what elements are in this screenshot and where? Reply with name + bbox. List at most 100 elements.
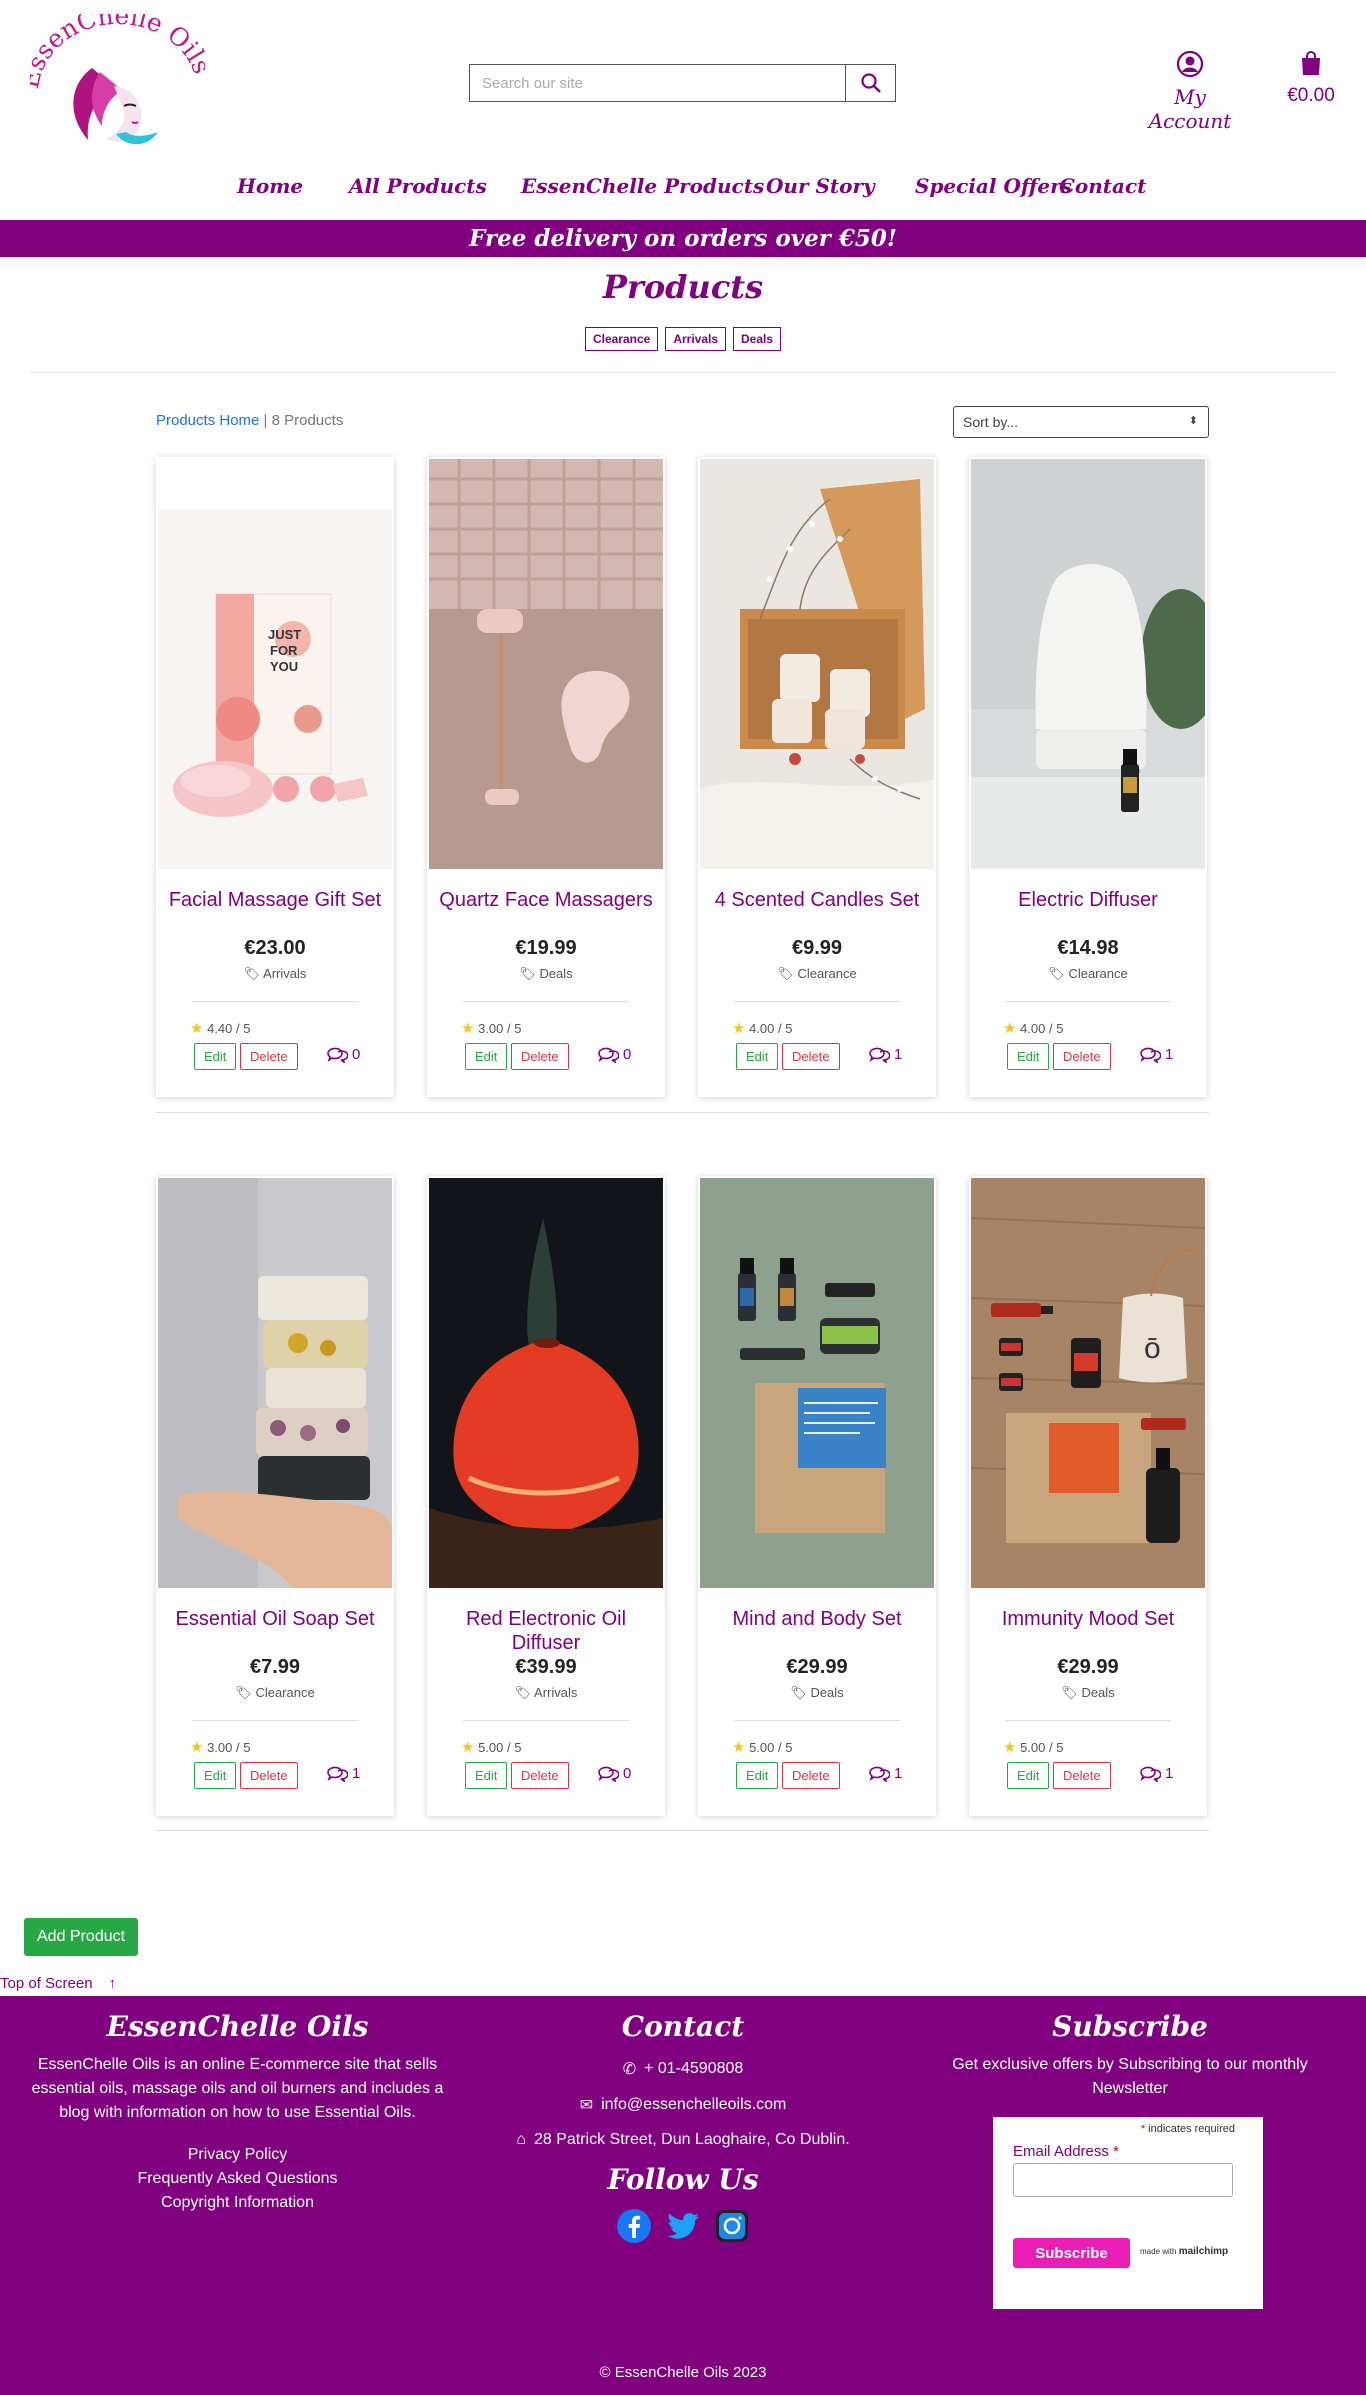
product-image[interactable] [429, 459, 663, 869]
nav-special-offers[interactable]: Special Offers [915, 174, 1072, 198]
reviews-link[interactable]: 1 [868, 1764, 902, 1782]
reviews-link[interactable]: 0 [597, 1764, 631, 1782]
delete-button[interactable]: Delete [782, 1043, 840, 1070]
product-name[interactable]: Essential Oil Soap Set [166, 1607, 384, 1631]
reviews-link[interactable]: 0 [597, 1045, 631, 1063]
product-image[interactable]: ō [971, 1178, 1205, 1588]
mailchimp-badge[interactable]: made with mailchimp [1140, 2246, 1228, 2257]
search-button[interactable] [845, 65, 895, 101]
delete-button[interactable]: Delete [240, 1762, 298, 1789]
nav-home[interactable]: Home [237, 174, 303, 198]
mailchimp-logo: mailchimp [1178, 2246, 1229, 2257]
search-input[interactable] [470, 65, 845, 101]
product-category[interactable]: 🏷 Deals [427, 966, 665, 982]
tag-icon: 🏷 [790, 1685, 807, 1700]
site-logo[interactable]: EssenChelle Oils [15, 1, 217, 154]
product-name[interactable]: Facial Massage Gift Set [166, 888, 384, 912]
privacy-policy-link[interactable]: Privacy Policy [30, 2143, 445, 2167]
nav-all-products[interactable]: All Products [349, 174, 487, 198]
follow-us-title: Follow Us [607, 2163, 759, 2196]
reviews-link[interactable]: 1 [1139, 1764, 1173, 1782]
subscribe-button[interactable]: Subscribe [1013, 2238, 1130, 2268]
nav-our-story[interactable]: Our Story [766, 174, 875, 198]
delete-button[interactable]: Delete [240, 1043, 298, 1070]
footer-contact: Contact ✆ + 01-4590808 ✉ info@essenchelleo… [483, 1996, 883, 2244]
my-account-link[interactable]: My Account [1132, 50, 1248, 133]
product-rating: ★ 5.00 / 5 [461, 1738, 521, 1756]
email-field[interactable] [1013, 2163, 1233, 2197]
product-card: 4 Scented Candles Set €9.99 🏷 Clearance … [698, 457, 936, 1097]
product-category[interactable]: 🏷 Clearance [156, 1685, 394, 1701]
divider [1005, 1001, 1171, 1002]
edit-button[interactable]: Edit [194, 1043, 237, 1070]
product-count: | 8 Products [263, 412, 344, 429]
rating-value: 4.00 / 5 [749, 1021, 793, 1036]
instagram-icon[interactable] [714, 2208, 750, 2244]
top-of-screen-link[interactable]: Top of Screen ↑ [0, 1975, 116, 1992]
reviews-link[interactable]: 0 [326, 1045, 360, 1063]
tag-clearance[interactable]: Clearance [584, 327, 659, 351]
product-card: Mind and Body Set €29.99 🏷 Deals ★ 5.00 … [698, 1176, 936, 1816]
product-image[interactable] [158, 1178, 392, 1588]
product-rating: ★ 5.00 / 5 [732, 1738, 792, 1756]
delete-button[interactable]: Delete [782, 1762, 840, 1789]
divider [192, 1001, 358, 1002]
shopping-bag-link[interactable]: €0.00 [1278, 50, 1344, 107]
faq-link[interactable]: Frequently Asked Questions [30, 2167, 445, 2191]
nav-contact[interactable]: Contact [1059, 174, 1146, 198]
product-image[interactable] [971, 459, 1205, 869]
sort-select[interactable]: Sort by... ⬍ [953, 406, 1209, 438]
chat-bubbles-icon [869, 1766, 890, 1782]
delete-button[interactable]: Delete [511, 1762, 569, 1789]
products-home-link[interactable]: Products Home [156, 412, 259, 429]
chat-bubbles-icon [327, 1047, 348, 1063]
product-image[interactable]: JUST FOR YOU [158, 459, 392, 869]
product-category[interactable]: 🏷 Arrivals [156, 966, 394, 982]
reviews-link[interactable]: 1 [326, 1764, 360, 1782]
delete-button[interactable]: Delete [511, 1043, 569, 1070]
product-name[interactable]: Electric Diffuser [979, 888, 1197, 912]
product-price: €23.00 [244, 937, 306, 959]
edit-button[interactable]: Edit [1007, 1043, 1050, 1070]
soap-image [158, 1178, 392, 1588]
contact-email[interactable]: ✉ info@essenchelleoils.com [483, 2095, 883, 2115]
tag-deals[interactable]: Deals [733, 327, 782, 351]
product-category[interactable]: 🏷 Deals [969, 1685, 1207, 1701]
rating-value: 3.00 / 5 [207, 1740, 251, 1755]
edit-button[interactable]: Edit [1007, 1762, 1050, 1789]
product-name[interactable]: 4 Scented Candles Set [708, 888, 926, 912]
edit-button[interactable]: Edit [736, 1762, 779, 1789]
edit-button[interactable]: Edit [465, 1043, 508, 1070]
product-image[interactable] [700, 459, 934, 869]
twitter-icon[interactable] [664, 2208, 702, 2244]
product-name[interactable]: Quartz Face Massagers [437, 888, 655, 912]
contact-phone[interactable]: ✆ + 01-4590808 [483, 2059, 883, 2079]
edit-button[interactable]: Edit [194, 1762, 237, 1789]
reviews-link[interactable]: 1 [1139, 1045, 1173, 1063]
main-nav: Home All Products EssenChelle Products O… [0, 174, 1366, 204]
product-image[interactable] [700, 1178, 934, 1588]
reviews-link[interactable]: 1 [868, 1045, 902, 1063]
add-product-button[interactable]: Add Product [24, 1918, 139, 1956]
edit-button[interactable]: Edit [465, 1762, 508, 1789]
product-category[interactable]: 🏷 Clearance [698, 966, 936, 982]
shopping-bag-icon [1302, 51, 1320, 75]
delete-button[interactable]: Delete [1053, 1762, 1111, 1789]
search-icon [860, 73, 881, 93]
product-category[interactable]: 🏷 Clearance [969, 966, 1207, 982]
product-name[interactable]: Immunity Mood Set [979, 1607, 1197, 1631]
divider [734, 1001, 900, 1002]
edit-button[interactable]: Edit [736, 1043, 779, 1070]
tag-arrivals[interactable]: Arrivals [665, 327, 727, 351]
delete-button[interactable]: Delete [1053, 1043, 1111, 1070]
chat-bubbles-icon [327, 1766, 348, 1782]
product-name[interactable]: Mind and Body Set [708, 1607, 926, 1631]
product-name[interactable]: Red Electronic Oil Diffuser [437, 1607, 655, 1655]
product-image[interactable] [429, 1178, 663, 1588]
facebook-icon[interactable] [616, 2208, 652, 2244]
divider [1005, 1720, 1171, 1721]
product-category[interactable]: 🏷 Arrivals [427, 1685, 665, 1701]
product-category[interactable]: 🏷 Deals [698, 1685, 936, 1701]
copyright-info-link[interactable]: Copyright Information [30, 2191, 445, 2215]
nav-essenchelle-products[interactable]: EssenChelle Products [521, 174, 764, 198]
